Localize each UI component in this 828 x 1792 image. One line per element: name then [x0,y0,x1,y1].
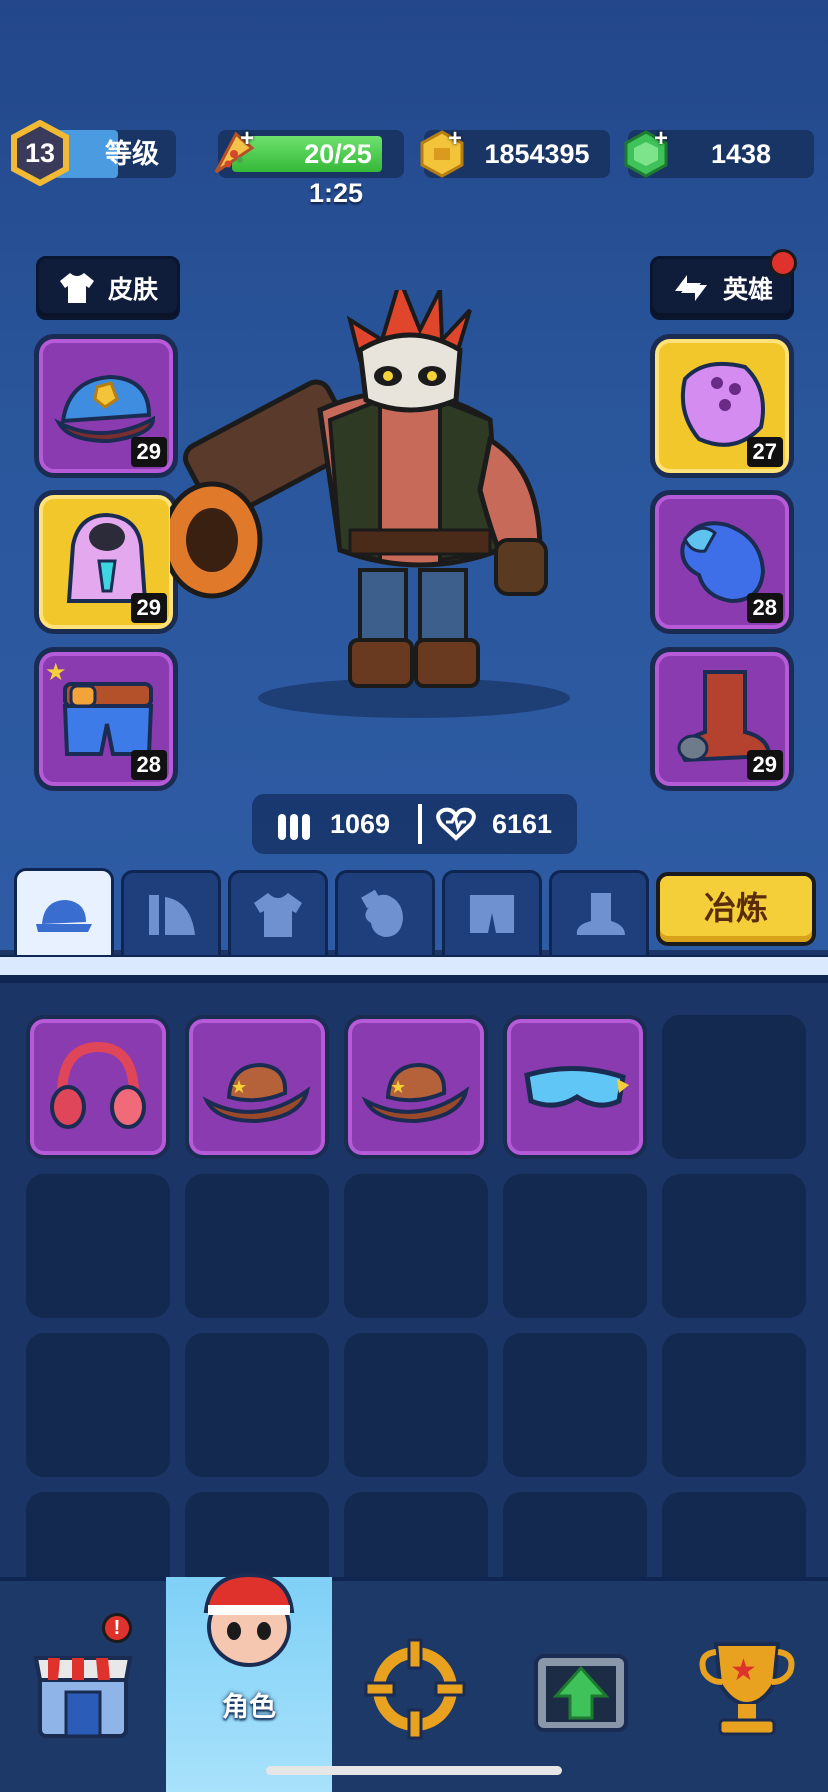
stats-divider [418,804,422,844]
inventory-empty-slot[interactable] [26,1174,170,1318]
headphones-icon [50,1041,146,1129]
level-label: 等级 [105,139,159,169]
skin-button-label: 皮肤 [107,276,158,304]
equip-level: 29 [130,437,167,467]
character-face-icon [203,1572,295,1667]
health-value: 6161 [492,808,553,839]
inventory-empty-slot[interactable] [662,1492,806,1577]
energy-timer: 1:25 [308,178,364,208]
tab-underline [0,955,828,975]
hero-character[interactable] [170,290,590,710]
alert-icon: ! [102,1613,132,1643]
gems-value: 1438 [710,139,772,169]
energy-add-icon[interactable]: + [236,127,258,151]
inventory-empty-slot[interactable] [503,1174,647,1318]
inventory-empty-slot[interactable] [185,1492,329,1577]
equip-level: 29 [130,593,167,623]
bottom-nav: ! 角色 ★ [0,1572,828,1792]
tab-weapon[interactable] [121,870,221,956]
equip-slot-pants[interactable]: ★ 28 [34,647,178,791]
level-number: 13 [24,138,56,168]
inventory-empty-slot[interactable] [662,1174,806,1318]
swap-arrows-icon [674,275,707,301]
glove-tab-icon [361,889,403,937]
svg-text:★: ★ [730,1653,757,1688]
equip-level: 28 [130,750,167,780]
skin-button[interactable]: 皮肤 [36,256,180,320]
inventory-empty-slot[interactable] [662,1015,806,1159]
cowboy-hat-icon: ★ [202,1062,311,1124]
equip-slot-weapon[interactable]: 27 [650,334,794,478]
inventory-empty-slot[interactable] [662,1333,806,1477]
svg-text:★: ★ [231,1077,247,1098]
coins-value: 1854395 [484,139,590,169]
nav-character[interactable]: 角色 [166,1572,332,1792]
nav-missions[interactable] [332,1581,498,1792]
inventory-empty-slot[interactable] [344,1174,488,1318]
inventory-empty-slot[interactable] [344,1333,488,1477]
equip-slot-armor[interactable]: 29 [34,490,178,634]
shirt-icon [59,273,94,303]
gems-add-icon[interactable]: + [650,127,672,151]
nav-character-label: 角色 [222,1692,276,1722]
home-indicator [266,1766,562,1775]
inventory-item[interactable] [26,1015,170,1159]
weapon-tab-icon [149,894,195,935]
inventory-empty-slot[interactable] [26,1333,170,1477]
upgrade-chest-icon [534,1653,628,1732]
hero-button-label: 英雄 [722,276,773,304]
equip-slot-hat[interactable]: 29 [34,334,178,478]
nav-trophy[interactable]: ★ [664,1581,828,1792]
tab-boots[interactable] [549,870,649,956]
inventory-empty-slot[interactable] [503,1492,647,1577]
goggles-icon [524,1066,629,1108]
heart-icon [436,807,476,841]
shirt-tab-icon [254,892,302,937]
crosshair-icon [364,1638,466,1739]
attack-value: 1069 [330,808,391,839]
hero-stats-panel: 1069 6161 [252,794,577,854]
ammo-icon [278,814,310,840]
cap-icon [36,899,92,932]
coins-add-icon[interactable]: + [444,127,466,151]
equip-level: 28 [746,593,783,623]
equip-slot-gloves[interactable]: 28 [650,490,794,634]
inventory-empty-slot[interactable] [185,1174,329,1318]
equip-level: 27 [746,437,783,467]
tab-hat[interactable] [14,868,114,960]
nav-shop[interactable]: ! [0,1581,166,1792]
tab-armor[interactable] [228,870,328,956]
boot-tab-icon [576,892,625,935]
trophy-icon: ★ [699,1641,795,1735]
tab-gloves[interactable] [335,870,435,956]
inventory-item[interactable]: ★ [185,1015,329,1159]
shop-icon [33,1655,133,1738]
energy-value: 20/25 [304,139,372,169]
tab-pants[interactable] [442,870,542,956]
notification-dot [769,249,797,277]
inventory-empty-slot[interactable] [185,1333,329,1477]
nav-upgrade[interactable] [498,1581,664,1792]
equip-slot-boots[interactable]: 29 [650,647,794,791]
inventory-empty-slot[interactable] [344,1492,488,1577]
equip-level: 29 [746,750,783,780]
svg-text:★: ★ [390,1077,406,1098]
shorts-tab-icon [470,894,514,933]
tab-divider [0,975,828,983]
smelt-button[interactable]: 冶炼 [656,872,816,946]
inventory-item[interactable]: ★ [344,1015,488,1159]
star-icon: ★ [45,659,67,686]
inventory-empty-slot[interactable] [503,1333,647,1477]
cowboy-hat-icon: ★ [361,1062,470,1124]
hero-switch-button[interactable]: 英雄 [650,249,797,320]
inventory-empty-slot[interactable] [26,1492,170,1577]
inventory-item[interactable] [503,1015,647,1159]
